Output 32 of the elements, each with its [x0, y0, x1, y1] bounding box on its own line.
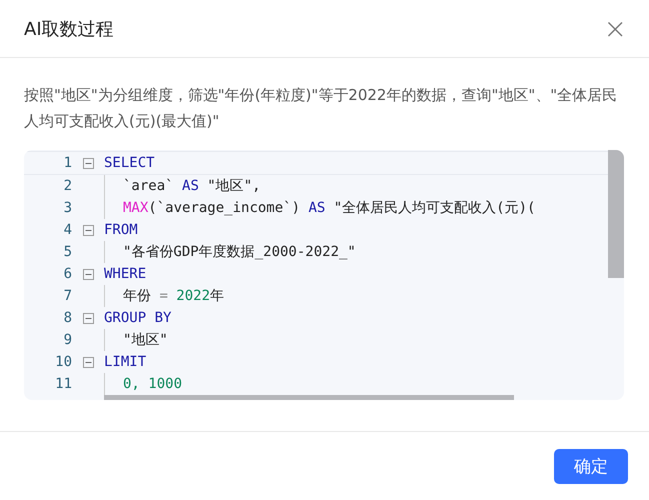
- line-number: 2: [62, 178, 72, 194]
- code-line: "地区": [123, 331, 168, 349]
- line-number: 3: [62, 200, 72, 216]
- fold-icon[interactable]: [82, 312, 94, 324]
- close-button[interactable]: ×: [600, 14, 631, 42]
- scrollbar[interactable]: [608, 150, 624, 278]
- code-line: WHERE: [104, 266, 146, 282]
- line-number: 6: [62, 266, 72, 282]
- dialog-title: AI取数过程: [24, 18, 114, 40]
- line-number: 9: [62, 332, 72, 348]
- line-number: 8: [62, 310, 72, 326]
- code-line: "各省份GDP年度数据_2000-2022_": [123, 243, 356, 261]
- code-line: SELECT: [104, 155, 155, 171]
- fold-icon[interactable]: [82, 158, 94, 168]
- code-line: FROM: [104, 222, 138, 238]
- fold-icon[interactable]: [82, 268, 94, 280]
- code-line: 0, 1000: [123, 376, 182, 392]
- code-line: `area` AS "地区",: [123, 177, 261, 195]
- line-number: 7: [62, 288, 72, 304]
- description-text: 按照"地区"为分组维度，筛选"年份(年粒度)"等于2022年的数据，查询"地区"、"全体居民人均可支配收入(元)(最大值)": [24, 85, 618, 132]
- line-number: 5: [62, 244, 72, 260]
- line-number: 1: [62, 155, 72, 171]
- line-number: 10: [54, 354, 72, 370]
- line-number: 4: [62, 222, 72, 238]
- code-line: MAX(`average_income`) AS "全体居民人均可支配收入(元)(: [123, 199, 536, 217]
- line-number: 11: [54, 376, 72, 392]
- code-line: LIMIT: [104, 354, 146, 370]
- fold-icon[interactable]: [82, 224, 94, 236]
- code-line: 年份 = 2022年: [123, 287, 224, 305]
- confirm-button[interactable]: 确定: [554, 448, 628, 484]
- fold-icon[interactable]: [82, 356, 94, 368]
- code-line: GROUP BY: [104, 310, 172, 326]
